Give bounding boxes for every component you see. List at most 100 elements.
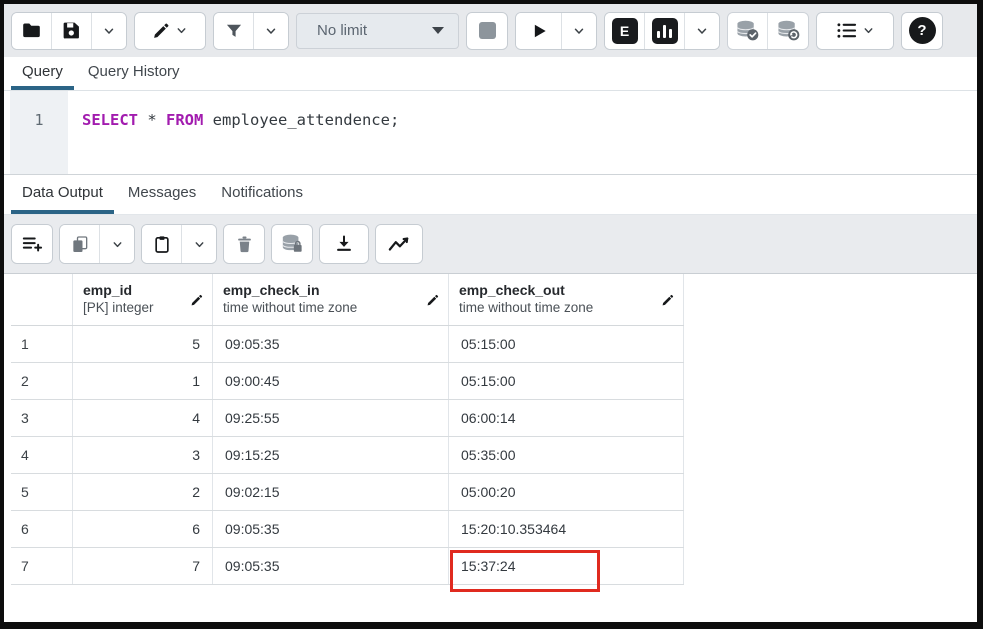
explain-button[interactable]: E: [605, 13, 645, 49]
delete-group: [223, 224, 265, 264]
tab-data-output[interactable]: Data Output: [11, 175, 114, 214]
emp-check-in-cell[interactable]: 09:05:35: [213, 511, 449, 547]
row-number-cell[interactable]: 3: [11, 400, 73, 436]
emp-check-out-cell[interactable]: 05:35:00: [449, 437, 684, 473]
graph-visualiser-button[interactable]: [376, 225, 422, 263]
edit-column-icon[interactable]: [426, 293, 440, 307]
emp-id-cell[interactable]: 6: [73, 511, 213, 547]
emp-id-cell[interactable]: 5: [73, 326, 213, 362]
folder-icon: [21, 20, 42, 41]
caret-down-icon: [432, 27, 444, 34]
column-header-emp-check-in[interactable]: emp_check_in time without time zone: [213, 274, 449, 325]
emp-id-cell[interactable]: 3: [73, 437, 213, 473]
execute-query-button[interactable]: [516, 13, 562, 49]
emp-check-in-cell[interactable]: 09:05:35: [213, 548, 449, 584]
edit-column-icon[interactable]: [661, 293, 675, 307]
column-name: emp_check_out: [459, 281, 673, 299]
tab-notifications[interactable]: Notifications: [210, 175, 314, 214]
select-all-cell[interactable]: [11, 274, 73, 325]
tab-messages[interactable]: Messages: [117, 175, 207, 214]
filter-dropdown-button[interactable]: [254, 13, 288, 49]
save-results-button[interactable]: [320, 225, 368, 263]
add-row-button[interactable]: [12, 225, 52, 263]
line-number: 1: [34, 111, 43, 129]
emp-check-out-cell[interactable]: 05:15:00: [449, 326, 684, 362]
explain-dropdown-button[interactable]: [685, 13, 719, 49]
emp-id-cell[interactable]: 7: [73, 548, 213, 584]
copy-icon: [70, 234, 90, 255]
execute-button-group: [515, 12, 597, 50]
explain-icon: E: [612, 18, 638, 44]
copy-button[interactable]: [60, 225, 100, 263]
paste-group: [141, 224, 217, 264]
chevron-down-icon: [193, 238, 206, 251]
chevron-down-icon: [175, 24, 188, 37]
row-number-cell[interactable]: 6: [11, 511, 73, 547]
cancel-query-button[interactable]: [467, 13, 507, 49]
emp-check-out-cell[interactable]: 05:00:20: [449, 474, 684, 510]
ordered-list-icon: [835, 21, 858, 40]
emp-check-out-cell[interactable]: 05:15:00: [449, 363, 684, 399]
row-number-cell[interactable]: 5: [11, 474, 73, 510]
chevron-down-icon: [572, 24, 586, 38]
save-data-group: [271, 224, 313, 264]
chevron-down-icon: [264, 24, 278, 38]
column-name: emp_check_in: [223, 281, 438, 299]
emp-check-in-cell[interactable]: 09:05:35: [213, 326, 449, 362]
open-file-button[interactable]: [12, 13, 52, 49]
filter-button[interactable]: [214, 13, 254, 49]
sql-keyword-select: SELECT: [82, 111, 138, 129]
column-header-emp-check-out[interactable]: emp_check_out time without time zone: [449, 274, 684, 325]
copy-group: [59, 224, 135, 264]
row-number-cell[interactable]: 7: [11, 548, 73, 584]
emp-check-in-cell[interactable]: 09:15:25: [213, 437, 449, 473]
save-data-changes-button[interactable]: [272, 225, 312, 263]
rollback-button[interactable]: [768, 13, 808, 49]
help-button-group: ?: [901, 12, 943, 50]
paste-dropdown-button[interactable]: [182, 225, 216, 263]
results-toolbar: [4, 215, 977, 273]
explain-button-group: E: [604, 12, 720, 50]
database-commit-icon: [735, 19, 760, 42]
edit-column-icon[interactable]: [190, 293, 204, 307]
row-number-cell[interactable]: 2: [11, 363, 73, 399]
emp-check-out-cell[interactable]: 06:00:14: [449, 400, 684, 436]
emp-check-in-cell[interactable]: 09:25:55: [213, 400, 449, 436]
macros-button-group: [816, 12, 894, 50]
clipboard-icon: [152, 234, 172, 255]
macros-dropdown-button[interactable]: [817, 13, 893, 49]
row-limit-select[interactable]: No limit: [296, 13, 459, 49]
line-chart-icon: [388, 235, 410, 253]
main-toolbar: No limit E: [4, 4, 977, 57]
table-row: 1 5 09:05:35 05:15:00: [11, 326, 684, 363]
copy-dropdown-button[interactable]: [100, 225, 134, 263]
help-icon: ?: [909, 17, 936, 44]
emp-check-in-cell[interactable]: 09:00:45: [213, 363, 449, 399]
emp-id-cell[interactable]: 4: [73, 400, 213, 436]
emp-id-cell[interactable]: 2: [73, 474, 213, 510]
sql-code-line[interactable]: SELECT * FROM employee_attendence;: [68, 91, 977, 174]
tab-query-history[interactable]: Query History: [77, 57, 191, 90]
column-header-emp-id[interactable]: emp_id [PK] integer: [73, 274, 213, 325]
sql-editor[interactable]: 1 SELECT * FROM employee_attendence;: [4, 91, 977, 174]
emp-id-cell[interactable]: 1: [73, 363, 213, 399]
delete-row-button[interactable]: [224, 225, 264, 263]
edit-dropdown-button[interactable]: [135, 13, 205, 49]
save-file-button[interactable]: [52, 13, 92, 49]
tab-query[interactable]: Query: [11, 57, 74, 90]
commit-button[interactable]: [728, 13, 768, 49]
emp-check-out-cell[interactable]: 15:37:24: [449, 548, 684, 584]
download-icon: [334, 234, 354, 254]
save-dropdown-button[interactable]: [92, 13, 126, 49]
emp-check-out-cell[interactable]: 15:20:10.353464: [449, 511, 684, 547]
row-number-cell[interactable]: 1: [11, 326, 73, 362]
explain-analyze-button[interactable]: [645, 13, 685, 49]
row-limit-value: No limit: [317, 22, 367, 39]
play-icon: [529, 21, 549, 41]
stop-icon: [479, 22, 496, 39]
paste-button[interactable]: [142, 225, 182, 263]
row-number-cell[interactable]: 4: [11, 437, 73, 473]
execute-dropdown-button[interactable]: [562, 13, 596, 49]
emp-check-in-cell[interactable]: 09:02:15: [213, 474, 449, 510]
help-button[interactable]: ?: [902, 13, 942, 49]
